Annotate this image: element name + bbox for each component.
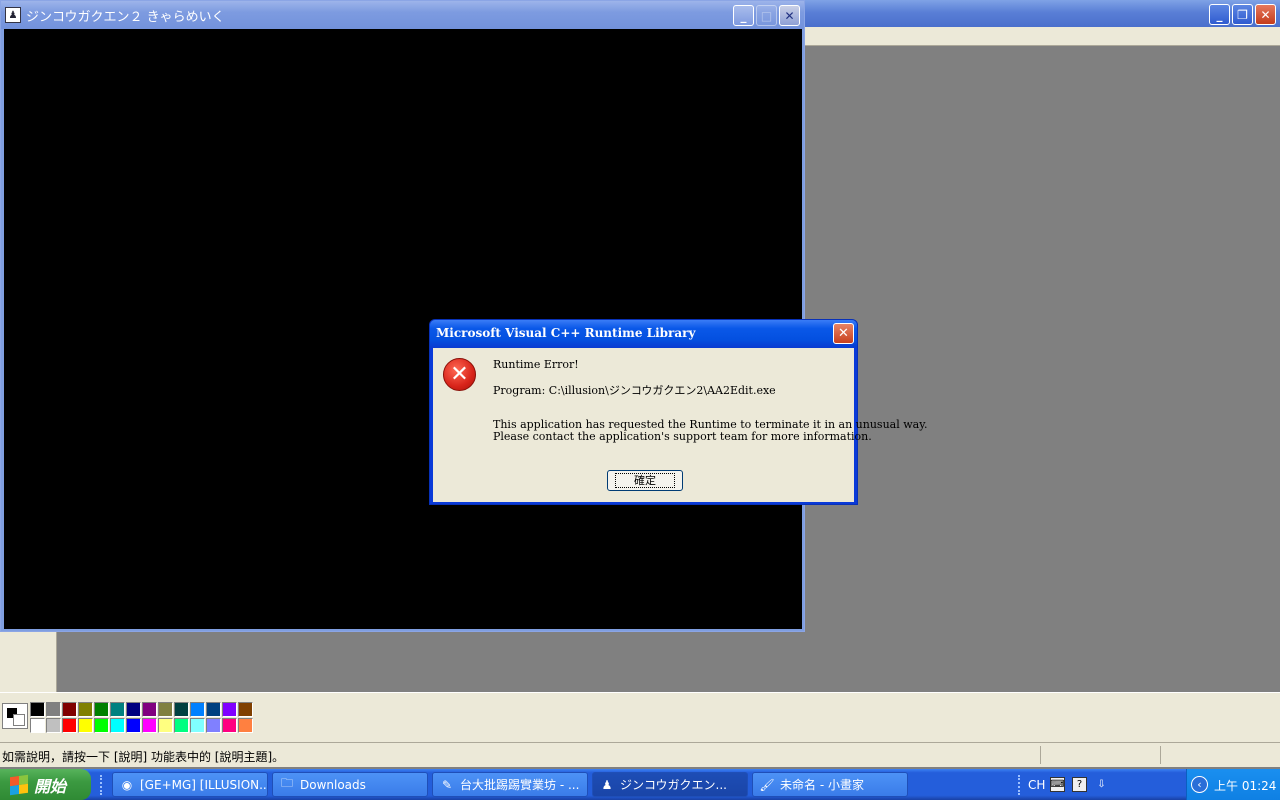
keyboard-icon[interactable]: ⌨	[1050, 777, 1065, 792]
paint-toolbox	[0, 630, 57, 692]
palette-swatch[interactable]	[94, 718, 109, 733]
paint-window-controls: _ ❐ ✕	[1209, 4, 1276, 25]
palette-swatch[interactable]	[174, 702, 189, 717]
dialog-titlebar[interactable]: Microsoft Visual C++ Runtime Library ✕	[430, 320, 857, 348]
language-indicator[interactable]: CH	[1028, 778, 1045, 792]
taskbar-button-label: 未命名 - 小畫家	[780, 778, 864, 792]
error-message-line2: Please contact the application's support…	[493, 430, 872, 443]
game-window-controls: _ □ ✕	[733, 5, 800, 26]
palette-swatch[interactable]	[110, 718, 125, 733]
folder-icon: 🗀	[280, 776, 293, 790]
status-pane-coords	[1040, 746, 1158, 764]
error-program-path: Program: C:\illusion\ジンコウガクエン2\AA2Edit.e…	[493, 384, 776, 397]
taskbar-button-game[interactable]: ♟ ジンコウガクエン...	[592, 772, 748, 797]
game-window-title: ジンコウガクエン２ きゃらめいく	[26, 9, 225, 25]
error-heading: Runtime Error!	[493, 358, 579, 371]
palette-swatch[interactable]	[190, 718, 205, 733]
dialog-close-button[interactable]: ✕	[833, 323, 854, 344]
paint-close-button[interactable]: ✕	[1255, 4, 1276, 25]
palette-swatch[interactable]	[222, 718, 237, 733]
language-bar-grip[interactable]	[1018, 775, 1020, 795]
language-options-icon[interactable]: ⇩	[1094, 777, 1109, 792]
start-button[interactable]: 開始	[0, 769, 91, 800]
paint-icon: 🖌	[759, 777, 775, 792]
game-minimize-button[interactable]: _	[733, 5, 754, 26]
palette-swatch[interactable]	[158, 702, 173, 717]
palette-swatch[interactable]	[206, 718, 221, 733]
background-color	[13, 714, 25, 726]
show-hidden-icons-button[interactable]: ‹	[1191, 776, 1208, 793]
paint-restore-button[interactable]: ❐	[1232, 4, 1253, 25]
paint-minimize-button[interactable]: _	[1209, 4, 1230, 25]
palette-swatch[interactable]	[62, 702, 77, 717]
palette-swatch[interactable]	[174, 718, 189, 733]
chrome-icon: ◉	[121, 777, 133, 792]
game-titlebar[interactable]: ♟ ジンコウガクエン２ きゃらめいく _ □ ✕	[1, 1, 804, 29]
palette-swatch[interactable]	[142, 718, 157, 733]
taskbar-button-downloads[interactable]: 🗀 Downloads	[272, 772, 428, 797]
status-pane-size	[1160, 746, 1278, 764]
current-colors	[2, 703, 28, 729]
palette-swatch[interactable]	[62, 718, 77, 733]
start-label: 開始	[34, 776, 67, 796]
palette-swatch[interactable]	[222, 702, 237, 717]
palette-swatch[interactable]	[30, 702, 45, 717]
color-palette	[0, 692, 1280, 742]
dialog-title: Microsoft Visual C++ Runtime Library	[436, 326, 696, 340]
game-app-icon[interactable]: ♟	[5, 7, 21, 23]
paint-statusbar: 如需說明，請按一下 [說明] 功能表中的 [說明主題]。	[0, 742, 1280, 767]
language-bar: CH ⌨ ? ⇩	[1014, 769, 1184, 800]
game-app-icon: ♟	[601, 777, 613, 792]
taskbar-button-label: [GE+MG] [ILLUSION...	[140, 777, 268, 792]
paint-titlebar: _ ❐ ✕	[804, 0, 1280, 27]
taskbar: 開始 ◉ [GE+MG] [ILLUSION... 🗀 Downloads ✎ …	[0, 769, 1280, 800]
palette-swatch[interactable]	[126, 718, 141, 733]
ok-button[interactable]: 確定	[607, 470, 683, 491]
palette-swatch[interactable]	[30, 718, 45, 733]
dialog-body: ✕ Runtime Error! Program: C:\illusion\ジン…	[433, 348, 927, 502]
clock[interactable]: 上午 01:24	[1214, 777, 1276, 794]
taskbar-button-pcman[interactable]: ✎ 台大批踢踢實業坊 - ...	[432, 772, 588, 797]
palette-swatch[interactable]	[190, 702, 205, 717]
taskbar-button-label: Downloads	[300, 777, 366, 792]
palette-swatches	[30, 702, 254, 734]
palette-swatch[interactable]	[110, 702, 125, 717]
game-maximize-button: □	[756, 5, 777, 26]
windows-logo-icon	[10, 774, 28, 795]
system-tray: ‹ 上午 01:24	[1186, 769, 1280, 800]
palette-swatch[interactable]	[126, 702, 141, 717]
palette-swatch[interactable]	[46, 718, 61, 733]
paint-menubar	[804, 27, 1280, 46]
status-text: 如需說明，請按一下 [說明] 功能表中的 [說明主題]。	[2, 750, 285, 764]
game-close-button[interactable]: ✕	[779, 5, 800, 26]
palette-swatch[interactable]	[142, 702, 157, 717]
taskbar-button-label: ジンコウガクエン...	[620, 778, 727, 792]
taskbar-grip[interactable]	[100, 775, 103, 795]
palette-swatch[interactable]	[238, 718, 253, 733]
taskbar-button-chrome[interactable]: ◉ [GE+MG] [ILLUSION...	[112, 772, 268, 797]
palette-swatch[interactable]	[46, 702, 61, 717]
taskbar-button-paint[interactable]: 🖌 未命名 - 小畫家	[752, 772, 908, 797]
palette-swatch[interactable]	[238, 702, 253, 717]
ok-button-label: 確定	[615, 473, 675, 488]
game-window: ♟ ジンコウガクエン２ きゃらめいく _ □ ✕	[0, 0, 805, 632]
error-icon: ✕	[443, 358, 476, 391]
palette-swatch[interactable]	[78, 718, 93, 733]
palette-swatch[interactable]	[158, 718, 173, 733]
help-icon[interactable]: ?	[1072, 777, 1087, 792]
palette-swatch[interactable]	[94, 702, 109, 717]
error-dialog: Microsoft Visual C++ Runtime Library ✕ ✕…	[429, 319, 927, 505]
taskbar-button-label: 台大批踢踢實業坊 - ...	[460, 778, 580, 792]
pcman-icon: ✎	[441, 777, 453, 792]
palette-swatch[interactable]	[206, 702, 221, 717]
palette-swatch[interactable]	[78, 702, 93, 717]
